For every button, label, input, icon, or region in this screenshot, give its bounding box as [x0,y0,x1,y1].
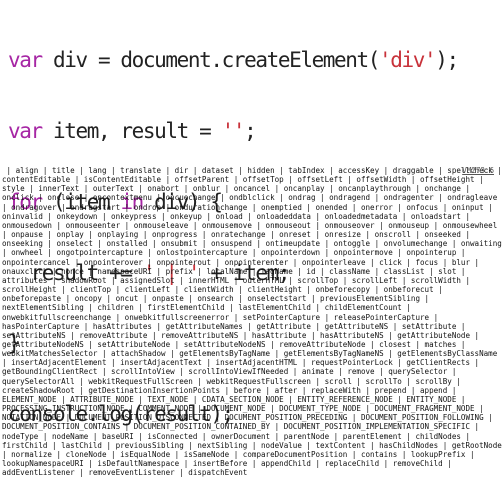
code-token-kw: var [8,48,43,73]
code-token-kw: var [8,118,43,143]
console-log-output: | align | title | lang | translate | dir… [2,166,502,477]
code-token-plain: div = document.createElement( [41,48,380,73]
code-token-plain: ); [435,48,459,73]
code-line-1: var div = document.createElement('div'); [8,48,504,73]
console-output-panel: VM273:6 | align | title | lang | transla… [2,166,502,477]
code-token-str: 'div' [379,48,437,73]
code-token-str: '' [221,118,246,143]
code-token-plain: ; [244,118,257,143]
console-source-link[interactable]: VM273:6 [462,166,494,175]
code-token-plain: item, result = [41,118,222,143]
code-line-2: var item, result = ''; [8,118,504,144]
